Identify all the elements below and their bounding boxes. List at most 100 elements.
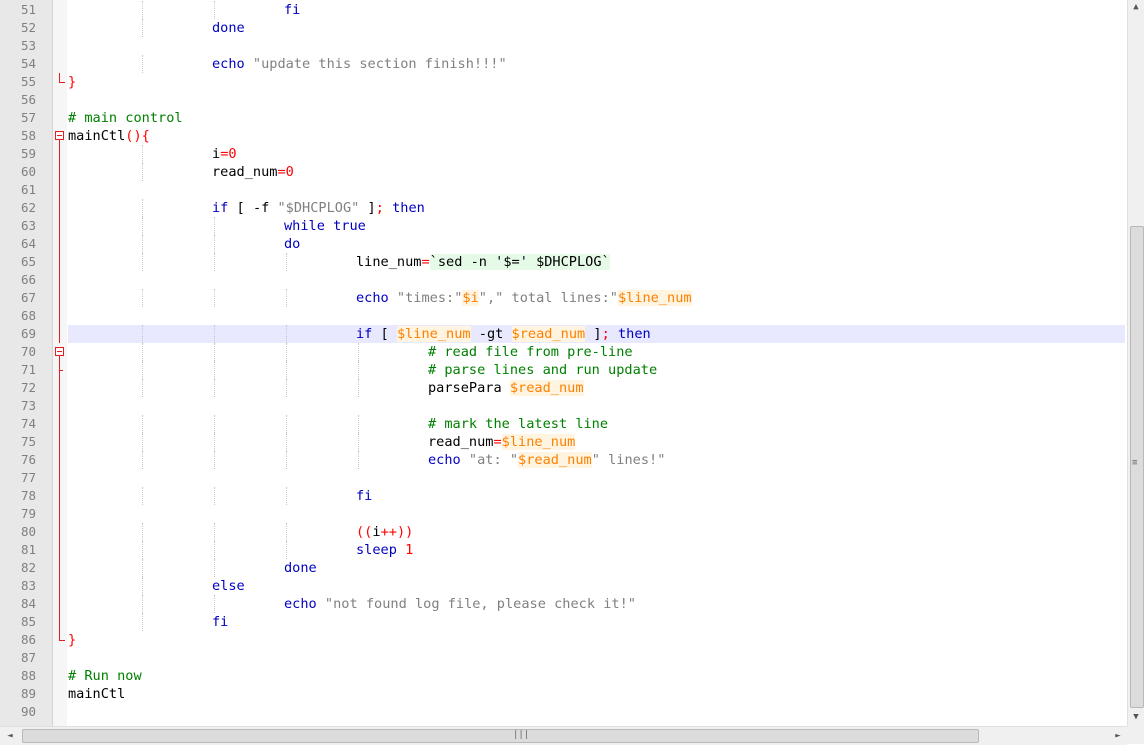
fold-marker-icon[interactable]: [54, 343, 66, 361]
code-text[interactable]: [68, 397, 1125, 415]
scroll-right-arrow-icon[interactable]: ►: [1110, 729, 1126, 743]
code-text[interactable]: line_num=`sed -n '$=' $DHCPLOG`: [68, 253, 1125, 271]
code-line[interactable]: 55}: [0, 73, 1127, 91]
code-text[interactable]: [68, 271, 1125, 289]
code-text[interactable]: if [ $line_num -gt $read_num ]; then: [68, 325, 1125, 343]
code-line[interactable]: 67 echo "times:"$i"," total lines:"$line_…: [0, 289, 1127, 307]
code-text[interactable]: echo "not found log file, please check i…: [68, 595, 1125, 613]
indent-guide: [214, 433, 215, 451]
horizontal-scrollbar[interactable]: ◄ ||| ►: [0, 726, 1127, 745]
code-line[interactable]: 71 # parse lines and run update: [0, 361, 1127, 379]
code-text[interactable]: mainCtl: [68, 685, 1125, 703]
code-line[interactable]: 74 # mark the latest line: [0, 415, 1127, 433]
code-line[interactable]: 59 i=0: [0, 145, 1127, 163]
code-text[interactable]: # read file from pre-line: [68, 343, 1125, 361]
code-text[interactable]: [68, 649, 1125, 667]
code-line[interactable]: 52 done: [0, 19, 1127, 37]
horizontal-scroll-thumb[interactable]: |||: [22, 729, 979, 743]
code-text[interactable]: # Run now: [68, 667, 1125, 685]
code-line[interactable]: 56: [0, 91, 1127, 109]
code-text[interactable]: # main control: [68, 109, 1125, 127]
code-line[interactable]: 57 # main control: [0, 109, 1127, 127]
code-editor[interactable]: 51 fi 52 done 53 54 echo "update this section …: [0, 0, 1127, 726]
code-line[interactable]: 51 fi: [0, 1, 1127, 19]
code-line[interactable]: 69 if [ $line_num -gt $read_num ]; then: [0, 325, 1127, 343]
code-line[interactable]: 83 else: [0, 577, 1127, 595]
code-text[interactable]: [68, 37, 1125, 55]
code-text[interactable]: # mark the latest line: [68, 415, 1125, 433]
code-line[interactable]: 62 if [ -f "$DHCPLOG" ]; then: [0, 199, 1127, 217]
scroll-up-arrow-icon[interactable]: ▲: [1128, 0, 1144, 14]
code-line[interactable]: 58 mainCtl(){: [0, 127, 1127, 145]
code-text[interactable]: i=0: [68, 145, 1125, 163]
code-text[interactable]: [68, 703, 1125, 721]
code-text[interactable]: [68, 469, 1125, 487]
code-line[interactable]: 90: [0, 703, 1127, 721]
code-text[interactable]: echo "times:"$i"," total lines:"$line_nu…: [68, 289, 1125, 307]
code-text[interactable]: [68, 307, 1125, 325]
code-line[interactable]: 68: [0, 307, 1127, 325]
line-number: 79: [20, 506, 36, 521]
code-text[interactable]: done: [68, 559, 1125, 577]
code-line[interactable]: 72 parsePara $read_num: [0, 379, 1127, 397]
code-line[interactable]: 79: [0, 505, 1127, 523]
indent-guide: [214, 487, 215, 505]
code-line[interactable]: 76 echo "at: "$read_num" lines!": [0, 451, 1127, 469]
code-line[interactable]: 75 read_num=$line_num: [0, 433, 1127, 451]
code-text[interactable]: [68, 91, 1125, 109]
code-text[interactable]: if [ -f "$DHCPLOG" ]; then: [68, 199, 1125, 217]
code-text[interactable]: read_num=$line_num: [68, 433, 1125, 451]
code-line[interactable]: 53: [0, 37, 1127, 55]
code-line[interactable]: 84 echo "not found log file, please check…: [0, 595, 1127, 613]
code-text[interactable]: [68, 181, 1125, 199]
code-line[interactable]: 66: [0, 271, 1127, 289]
code-line[interactable]: 61: [0, 181, 1127, 199]
code-line[interactable]: 88 # Run now: [0, 667, 1127, 685]
code-text[interactable]: while true: [68, 217, 1125, 235]
code-line[interactable]: 54 echo "update this section finish!!!": [0, 55, 1127, 73]
horizontal-grip-icon: |||: [513, 730, 530, 740]
code-line[interactable]: 63 while true: [0, 217, 1127, 235]
indent-guide: [142, 595, 143, 613]
code-line[interactable]: 64 do: [0, 235, 1127, 253]
code-text[interactable]: mainCtl(){: [68, 127, 1125, 145]
code-token: }: [68, 74, 77, 90]
code-text[interactable]: do: [68, 235, 1125, 253]
code-text[interactable]: fi: [68, 613, 1125, 631]
code-text[interactable]: }: [68, 631, 1125, 649]
scroll-down-arrow-icon[interactable]: ▼: [1128, 710, 1144, 724]
code-line[interactable]: 85 fi: [0, 613, 1127, 631]
scroll-left-arrow-icon[interactable]: ◄: [2, 729, 18, 743]
indent-guide: [214, 253, 215, 271]
code-token: `sed -n '$=' $DHCPLOG`: [429, 254, 610, 270]
code-line[interactable]: 70 # read file from pre-line: [0, 343, 1127, 361]
code-text[interactable]: }: [68, 73, 1125, 91]
code-line[interactable]: 87: [0, 649, 1127, 667]
code-line[interactable]: 82 done: [0, 559, 1127, 577]
code-line[interactable]: 77: [0, 469, 1127, 487]
code-line[interactable]: 60 read_num=0: [0, 163, 1127, 181]
code-line[interactable]: 65 line_num=`sed -n '$=' $DHCPLOG`: [0, 253, 1127, 271]
fold-marker-icon[interactable]: [54, 127, 66, 145]
code-text[interactable]: fi: [68, 487, 1125, 505]
code-line[interactable]: 73: [0, 397, 1127, 415]
code-text[interactable]: ((i++)): [68, 523, 1125, 541]
vertical-scrollbar[interactable]: ▲ ≡ ▼: [1127, 0, 1144, 726]
code-line[interactable]: 80 ((i++)): [0, 523, 1127, 541]
line-number: 86: [20, 632, 36, 647]
code-line[interactable]: 86}: [0, 631, 1127, 649]
code-text[interactable]: done: [68, 19, 1125, 37]
code-line[interactable]: 81 sleep 1: [0, 541, 1127, 559]
code-text[interactable]: read_num=0: [68, 163, 1125, 181]
code-text[interactable]: fi: [68, 1, 1125, 19]
indent-guide: [286, 289, 287, 307]
code-text[interactable]: sleep 1: [68, 541, 1125, 559]
code-text[interactable]: # parse lines and run update: [68, 361, 1125, 379]
code-text[interactable]: else: [68, 577, 1125, 595]
code-text[interactable]: echo "update this section finish!!!": [68, 55, 1125, 73]
code-text[interactable]: echo "at: "$read_num" lines!": [68, 451, 1125, 469]
code-text[interactable]: [68, 505, 1125, 523]
code-text[interactable]: parsePara $read_num: [68, 379, 1125, 397]
code-line[interactable]: 89 mainCtl: [0, 685, 1127, 703]
code-line[interactable]: 78 fi: [0, 487, 1127, 505]
